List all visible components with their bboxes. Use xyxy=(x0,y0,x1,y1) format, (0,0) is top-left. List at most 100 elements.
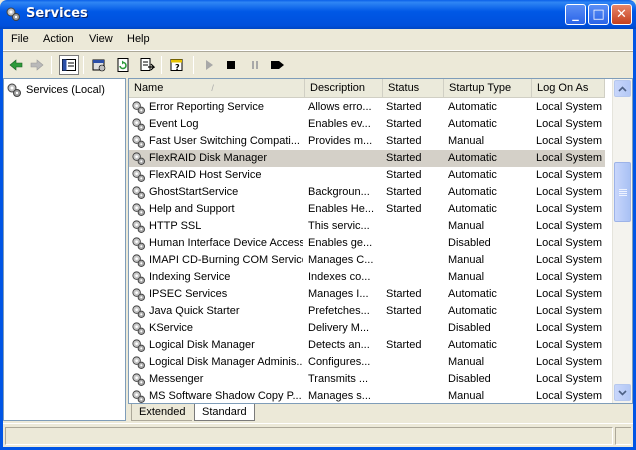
service-log-on-as: Local System xyxy=(536,152,603,164)
table-row[interactable]: Logical Disk Manager Adminis... Configure… xyxy=(129,354,605,371)
menu-action[interactable]: Action xyxy=(43,33,74,45)
table-row[interactable]: IMAPI CD-Burning COM Service Manages C...… xyxy=(129,252,605,269)
pause-service-icon xyxy=(252,61,258,69)
table-row[interactable]: Java Quick Starter Prefetches... Started Au… xyxy=(129,303,605,320)
chevron-down-icon xyxy=(618,389,627,396)
start-service-button[interactable] xyxy=(199,55,219,75)
forward-button[interactable] xyxy=(27,55,47,75)
service-startup-type: Automatic xyxy=(448,118,497,130)
menu-file[interactable]: File xyxy=(11,33,29,45)
restart-service-button[interactable] xyxy=(267,55,287,75)
service-log-on-as: Local System xyxy=(536,101,603,113)
service-log-on-as: Local System xyxy=(536,322,603,334)
service-log-on-as: Local System xyxy=(536,220,603,232)
show-hide-tree-icon xyxy=(62,59,76,71)
scroll-thumb[interactable] xyxy=(614,162,631,222)
table-row[interactable]: Fast User Switching Compati... Provides m… xyxy=(129,133,605,150)
column-header-status[interactable]: Status xyxy=(383,79,444,98)
service-name: MS Software Shadow Copy P... xyxy=(149,390,302,402)
refresh-icon xyxy=(117,58,129,72)
column-header-description[interactable]: Description xyxy=(305,79,383,98)
service-name: Error Reporting Service xyxy=(149,101,264,113)
scroll-up-button[interactable] xyxy=(614,80,631,97)
service-description: Manages s... xyxy=(308,390,371,402)
tab-standard[interactable]: Standard xyxy=(194,404,255,421)
table-row[interactable]: Messenger Transmits ... Disabled Local Syst… xyxy=(129,371,605,388)
refresh-button[interactable] xyxy=(113,55,133,75)
stop-service-button[interactable] xyxy=(221,55,241,75)
service-description: Manages I... xyxy=(308,288,369,300)
scroll-down-button[interactable] xyxy=(614,384,631,401)
status-bar xyxy=(3,423,633,447)
tree-node-services-local[interactable]: Services (Local) xyxy=(6,82,105,98)
table-row[interactable]: Error Reporting Service Allows erro... Sta… xyxy=(129,99,605,116)
service-name: Messenger xyxy=(149,373,204,385)
pause-service-button[interactable] xyxy=(245,55,265,75)
table-row[interactable]: Event Log Enables ev... Started Automatic Lo… xyxy=(129,116,605,133)
gear-icon xyxy=(132,254,145,267)
vertical-scrollbar[interactable] xyxy=(612,79,632,403)
thumb-grip xyxy=(619,193,627,194)
service-log-on-as: Local System xyxy=(536,271,603,283)
maximize-button[interactable]: □ xyxy=(588,4,609,25)
service-startup-type: Disabled xyxy=(448,237,491,249)
restart-service-icon xyxy=(271,61,284,69)
service-name: Indexing Service xyxy=(149,271,231,283)
service-log-on-as: Local System xyxy=(536,135,603,147)
table-row[interactable]: HTTP SSL This servic... Manual Local System xyxy=(129,218,605,235)
menu-view[interactable]: View xyxy=(89,33,113,45)
service-status: Started xyxy=(386,169,422,181)
service-log-on-as: Local System xyxy=(536,339,603,351)
gear-icon xyxy=(132,220,145,233)
column-header-label: Name xyxy=(134,82,164,94)
help-button[interactable]: ? xyxy=(167,55,187,75)
export-list-icon xyxy=(140,58,155,71)
thumb-grip xyxy=(619,195,627,196)
minimize-button[interactable]: _ xyxy=(565,4,586,25)
table-row[interactable]: GhostStartService Backgroun... Started Auto… xyxy=(129,184,605,201)
table-row[interactable]: MS Software Shadow Copy P... Manages s...… xyxy=(129,388,605,403)
menu-help[interactable]: Help xyxy=(127,33,150,45)
minimize-icon: _ xyxy=(572,7,579,22)
column-header-name[interactable]: Name / xyxy=(129,79,305,98)
table-row[interactable]: Human Interface Device Access Enables ge.… xyxy=(129,235,605,252)
gear-icon xyxy=(132,339,145,352)
service-startup-type: Manual xyxy=(448,220,485,232)
properties-button[interactable] xyxy=(89,55,109,75)
service-name: Fast User Switching Compati... xyxy=(149,135,300,147)
service-startup-type: Manual xyxy=(448,135,485,147)
gear-icon xyxy=(132,373,145,386)
toolbar-separator xyxy=(161,56,162,74)
maximize-icon: □ xyxy=(592,7,605,22)
service-log-on-as: Local System xyxy=(536,254,603,266)
back-button[interactable] xyxy=(6,55,26,75)
close-button[interactable]: ✕ xyxy=(611,4,632,25)
table-row[interactable]: FlexRAID Host Service Started Automatic Loc… xyxy=(129,167,605,184)
resize-grip[interactable] xyxy=(615,427,631,445)
table-row[interactable]: Logical Disk Manager Detects an... Started… xyxy=(129,337,605,354)
title-bar[interactable]: Services _ □ ✕ xyxy=(0,0,636,29)
service-description: This servic... xyxy=(308,220,370,232)
table-row[interactable]: Indexing Service Indexes co... Manual Local… xyxy=(129,269,605,286)
show-hide-tree-button[interactable] xyxy=(59,55,79,75)
service-description: Backgroun... xyxy=(308,186,370,198)
list-header: Name / Description Status Startup Type Lo… xyxy=(129,79,605,98)
service-status: Started xyxy=(386,305,422,317)
table-row[interactable]: IPSEC Services Manages I... Started Automat… xyxy=(129,286,605,303)
gear-icon xyxy=(132,390,145,403)
export-list-button[interactable] xyxy=(137,55,157,75)
column-header-log-on-as[interactable]: Log On As xyxy=(532,79,605,98)
service-log-on-as: Local System xyxy=(536,288,603,300)
table-row[interactable]: Help and Support Enables He... Started Auto… xyxy=(129,201,605,218)
table-row[interactable]: KService Delivery M... Disabled Local Syste… xyxy=(129,320,605,337)
service-description: Manages C... xyxy=(308,254,374,266)
table-row[interactable]: FlexRAID Disk Manager Started Automatic Loc… xyxy=(129,150,605,167)
tab-extended[interactable]: Extended xyxy=(131,404,193,421)
gear-icon xyxy=(132,186,145,199)
thumb-grip xyxy=(619,189,627,190)
service-status: Started xyxy=(386,288,422,300)
service-startup-type: Manual xyxy=(448,390,485,402)
service-log-on-as: Local System xyxy=(536,390,603,402)
toolbar-separator xyxy=(193,56,194,74)
column-header-startup-type[interactable]: Startup Type xyxy=(444,79,532,98)
